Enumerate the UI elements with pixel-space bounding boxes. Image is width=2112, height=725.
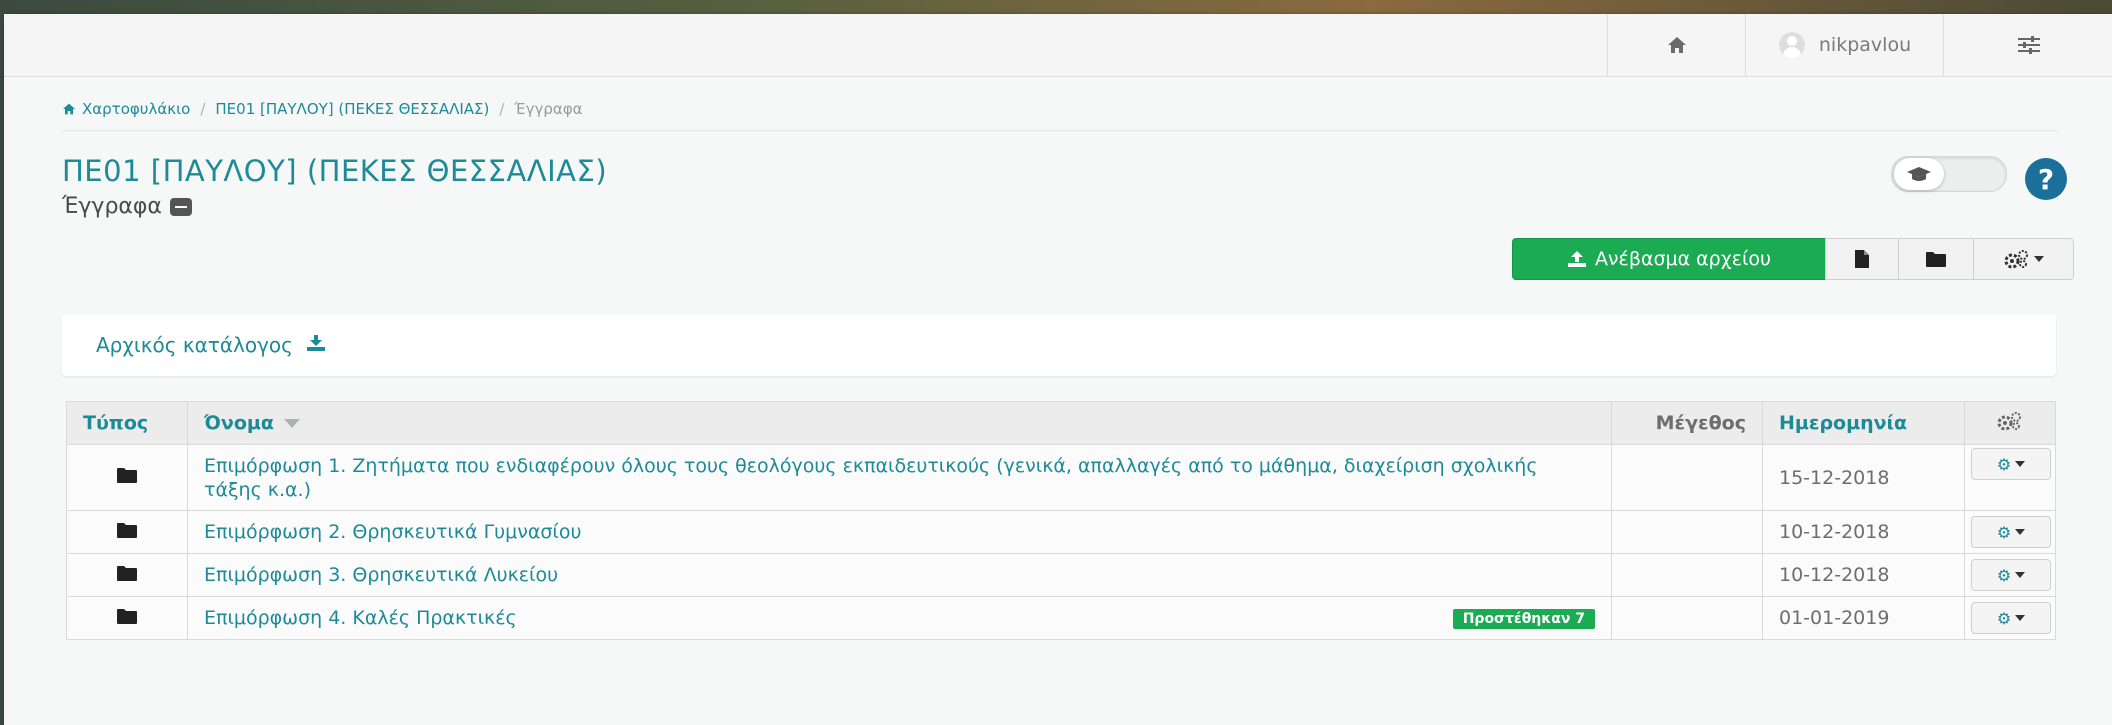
home-button[interactable]	[1607, 14, 1746, 76]
upload-icon	[1567, 251, 1586, 267]
breadcrumb-item-current: Έγγραφα	[514, 100, 583, 118]
breadcrumb-separator: /	[499, 100, 505, 118]
cog-icon: ⚙	[1996, 608, 2012, 628]
upload-file-button[interactable]: Ανέβασμα αρχείου	[1512, 238, 1826, 280]
breadcrumb-separator: /	[200, 100, 206, 118]
size-cell	[1611, 553, 1763, 597]
home-icon	[1668, 37, 1686, 53]
date-cell: 10-12-2018	[1762, 510, 1965, 554]
row-actions-button[interactable]: ⚙	[1971, 602, 2051, 634]
new-items-badge: Προστέθηκαν 7	[1452, 609, 1595, 629]
folder-link[interactable]: Επιμόρφωση 1. Ζητήματα που ενδιαφέρουν ό…	[204, 455, 1537, 501]
chevron-down-icon	[2033, 256, 2044, 262]
folder-link[interactable]: Επιμόρφωση 4. Καλές Πρακτικές	[204, 607, 517, 629]
name-cell: Επιμόρφωση 4. Καλές Πρακτικές Προστέθηκα…	[187, 596, 1612, 640]
column-header-name-label: Όνομα	[204, 412, 274, 434]
actions-cell: ⚙	[1964, 510, 2056, 554]
sort-down-icon	[283, 419, 300, 428]
user-menu[interactable]: nikpavlou	[1745, 14, 1944, 76]
column-header-date[interactable]: Ημερομηνία	[1762, 401, 1965, 445]
type-cell	[66, 596, 188, 640]
help-button[interactable]: ?	[2025, 158, 2067, 200]
sliders-icon	[2017, 36, 2040, 54]
directory-panel: Αρχικός κατάλογος	[62, 314, 2056, 376]
row-actions-button[interactable]: ⚙	[1971, 559, 2051, 591]
page-subtitle: Έγγραφα	[62, 194, 192, 219]
type-cell	[66, 510, 188, 554]
actions-cell: ⚙	[1964, 553, 2056, 597]
page-subtitle-text: Έγγραφα	[62, 194, 162, 219]
user-icon	[1778, 32, 1805, 58]
toggle-knob	[1894, 158, 1944, 190]
folder-icon	[117, 608, 137, 624]
cogs-icon	[2004, 250, 2028, 269]
settings-toggle-button[interactable]	[1943, 14, 2112, 76]
table-row: Επιμόρφωση 2. Θρησκευτικά Γυμνασίου 10-1…	[66, 510, 2056, 554]
type-cell	[66, 444, 188, 511]
folder-link[interactable]: Επιμόρφωση 3. Θρησκευτικά Λυκείου	[204, 564, 558, 586]
breadcrumb: Χαρτοφυλάκιο / ΠΕ01 [ΠΑΥΛΟΥ] (ΠΕΚΕΣ ΘΕΣΣ…	[62, 100, 2058, 131]
files-table: Τύπος Όνομα Μέγεθος Ημερομηνία Επιμόρφωσ…	[66, 401, 2056, 640]
date-cell: 10-12-2018	[1762, 553, 1965, 597]
column-header-actions	[1964, 401, 2056, 445]
chevron-down-icon	[2015, 461, 2026, 467]
cog-icon: ⚙	[1996, 522, 2012, 542]
question-icon: ?	[2037, 162, 2055, 196]
upload-file-label: Ανέβασμα αρχείου	[1594, 248, 1772, 270]
graduation-cap-icon	[1907, 167, 1931, 181]
name-cell: Επιμόρφωση 2. Θρησκευτικά Γυμνασίου	[187, 510, 1612, 554]
actions-cell: ⚙	[1964, 596, 2056, 640]
home-icon	[63, 103, 75, 115]
cog-icon: ⚙	[1996, 454, 2012, 474]
row-actions-button[interactable]: ⚙	[1971, 448, 2051, 480]
row-actions-button[interactable]: ⚙	[1971, 516, 2051, 548]
breadcrumb-item-course[interactable]: ΠΕ01 [ΠΑΥΛΟΥ] (ΠΕΚΕΣ ΘΕΣΣΑΛΙΑΣ)	[215, 100, 489, 118]
cog-icon: ⚙	[1996, 565, 2012, 585]
chevron-down-icon	[2015, 572, 2026, 578]
download-icon[interactable]	[305, 334, 327, 356]
file-icon	[1855, 250, 1869, 268]
more-actions-button[interactable]	[1973, 238, 2074, 280]
folder-icon	[117, 468, 137, 483]
table-row: Επιμόρφωση 1. Ζητήματα που ενδιαφέρουν ό…	[66, 444, 2056, 511]
folder-icon	[117, 522, 137, 538]
column-header-size[interactable]: Μέγεθος	[1611, 401, 1763, 445]
table-row: Επιμόρφωση 4. Καλές Πρακτικές Προστέθηκα…	[66, 596, 2056, 640]
folder-link[interactable]: Επιμόρφωση 2. Θρησκευτικά Γυμνασίου	[204, 521, 581, 543]
create-document-button[interactable]	[1825, 238, 1899, 280]
size-cell	[1611, 596, 1763, 640]
date-cell: 01-01-2019	[1762, 596, 1965, 640]
username: nikpavlou	[1818, 34, 1912, 56]
page-title: ΠΕ01 [ΠΑΥΛΟΥ] (ΠΕΚΕΣ ΘΕΣΣΑΛΙΑΣ)	[62, 154, 608, 188]
table-header-row: Τύπος Όνομα Μέγεθος Ημερομηνία	[66, 401, 2056, 445]
breadcrumb-label: Χαρτοφυλάκιο	[82, 100, 191, 118]
toolbar: Ανέβασμα αρχείου	[1512, 238, 2074, 280]
actions-cell: ⚙	[1964, 444, 2056, 511]
chevron-down-icon	[2015, 529, 2026, 535]
create-folder-button[interactable]	[1898, 238, 1974, 280]
top-navbar: nikpavlou	[4, 14, 2112, 77]
column-header-name[interactable]: Όνομα	[187, 401, 1612, 445]
student-view-toggle[interactable]	[1891, 156, 2007, 192]
name-cell: Επιμόρφωση 1. Ζητήματα που ενδιαφέρουν ό…	[187, 444, 1612, 511]
size-cell	[1611, 510, 1763, 554]
size-cell	[1611, 444, 1763, 511]
chevron-down-icon	[2015, 615, 2026, 621]
app-window: nikpavlou Χαρτοφυλάκιο / ΠΕ01 [ΠΑΥΛΟΥ] (…	[4, 14, 2112, 725]
folder-icon	[117, 565, 137, 581]
date-cell: 15-12-2018	[1762, 444, 1965, 511]
root-directory-link[interactable]: Αρχικός κατάλογος	[96, 333, 293, 357]
column-header-type[interactable]: Τύπος	[66, 401, 188, 445]
name-cell: Επιμόρφωση 3. Θρησκευτικά Λυκείου	[187, 553, 1612, 597]
breadcrumb-item-portfolio[interactable]: Χαρτοφυλάκιο	[62, 100, 190, 118]
type-cell	[66, 553, 188, 597]
folder-icon	[1926, 252, 1946, 267]
collapse-icon[interactable]	[169, 197, 192, 216]
table-row: Επιμόρφωση 3. Θρησκευτικά Λυκείου 10-12-…	[66, 553, 2056, 597]
cogs-icon	[1997, 411, 2021, 430]
